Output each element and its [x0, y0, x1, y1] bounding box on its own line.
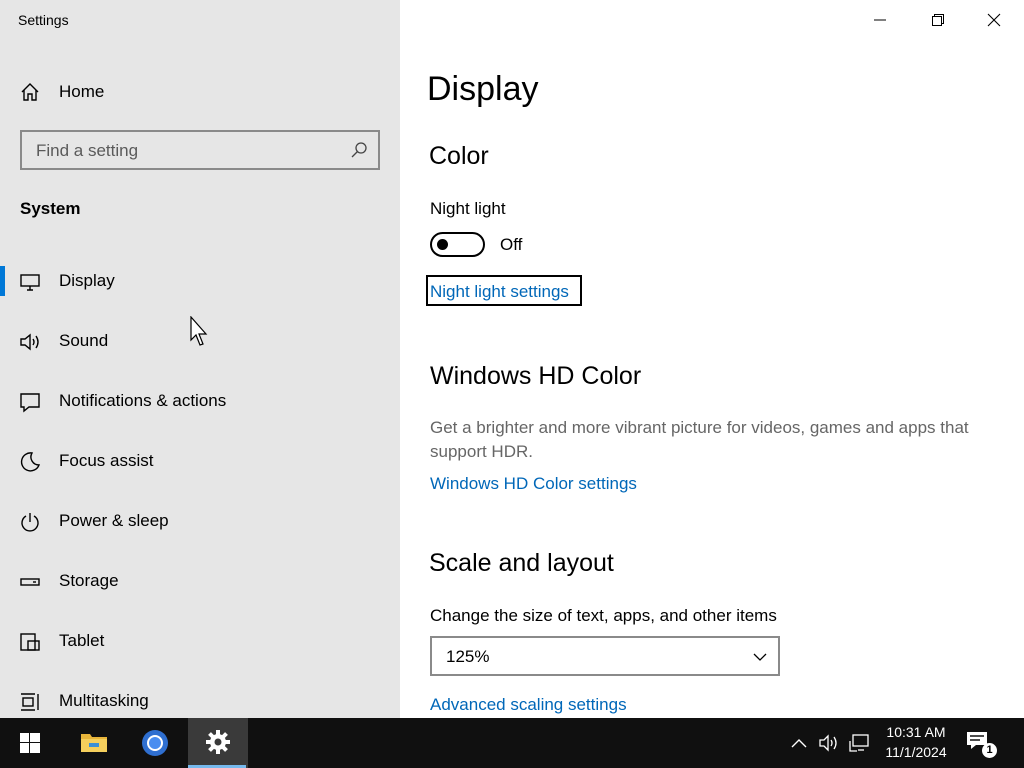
sidebar-item-focus-assist[interactable]: Focus assist — [0, 432, 400, 492]
file-explorer-button[interactable] — [64, 718, 122, 768]
mouse-cursor-icon — [190, 316, 208, 346]
sidebar-item-home[interactable]: Home — [0, 70, 400, 114]
notifications-icon — [20, 393, 40, 413]
clock-date: 11/1/2024 — [885, 744, 947, 760]
main-content: Display Color Night light Off Night ligh… — [400, 0, 1024, 718]
system-clock[interactable]: 10:31 AM 11/1/2024 — [876, 722, 956, 762]
color-heading: Color — [429, 142, 489, 170]
close-button[interactable] — [966, 0, 1022, 40]
toggle-knob — [437, 239, 448, 250]
section-title: System — [20, 199, 81, 218]
scale-selected-value: 125% — [446, 647, 490, 666]
sidebar-item-label: Notifications & actions — [59, 391, 227, 410]
search-placeholder: Find a setting — [36, 141, 139, 160]
night-light-settings-link[interactable]: Night light settings — [426, 275, 582, 306]
home-label: Home — [59, 82, 105, 101]
chevron-down-icon — [753, 653, 767, 661]
action-center-button[interactable]: 1 — [966, 730, 997, 758]
sidebar-item-storage[interactable]: Storage — [0, 552, 400, 612]
sidebar: Settings Home Find a setting System Disp… — [0, 0, 400, 718]
tablet-icon — [20, 633, 40, 651]
speaker-icon — [20, 333, 39, 351]
multitasking-icon — [21, 693, 39, 711]
sidebar-item-label: Tablet — [59, 631, 105, 650]
scale-label: Change the size of text, apps, and other… — [430, 606, 777, 625]
advanced-scaling-link[interactable]: Advanced scaling settings — [430, 695, 627, 715]
hdr-description: Get a brighter and more vibrant picture … — [430, 418, 969, 461]
hdr-heading: Windows HD Color — [430, 362, 642, 390]
sidebar-item-label: Multitasking — [59, 691, 149, 710]
chevron-up-icon[interactable] — [790, 732, 808, 754]
sidebar-item-label: Power & sleep — [59, 511, 169, 530]
home-icon — [21, 83, 39, 101]
sidebar-item-label: Focus assist — [59, 451, 154, 470]
notification-count-badge: 1 — [982, 743, 997, 758]
chrome-button[interactable] — [126, 718, 184, 768]
sidebar-item-label: Display — [59, 271, 115, 290]
search-icon[interactable] — [350, 141, 368, 159]
taskbar: 10:31 AM 11/1/2024 1 — [0, 718, 1024, 768]
night-light-state: Off — [500, 235, 523, 254]
gear-icon — [206, 730, 230, 754]
windows-logo-icon — [20, 733, 40, 753]
monitor-icon — [20, 274, 40, 291]
volume-icon[interactable] — [818, 732, 840, 754]
scale-dropdown[interactable]: 125% — [430, 636, 780, 676]
minimize-button[interactable] — [852, 0, 908, 40]
sidebar-item-notifications[interactable]: Notifications & actions — [0, 372, 400, 432]
sidebar-item-power-sleep[interactable]: Power & sleep — [0, 492, 400, 552]
chrome-icon — [142, 730, 168, 756]
sidebar-item-tablet[interactable]: Tablet — [0, 612, 400, 672]
folder-icon — [81, 734, 107, 752]
scale-heading: Scale and layout — [429, 549, 614, 577]
sidebar-item-label: Sound — [59, 331, 109, 350]
sidebar-item-label: Storage — [59, 571, 119, 590]
page-title: Display — [427, 70, 539, 108]
sidebar-item-display[interactable]: Display — [0, 252, 400, 312]
search-input[interactable]: Find a setting — [20, 130, 380, 170]
restore-icon — [932, 14, 944, 26]
hdr-settings-link[interactable]: Windows HD Color settings — [430, 474, 637, 494]
night-light-toggle[interactable] — [430, 232, 485, 257]
network-icon[interactable] — [848, 732, 870, 754]
restore-button[interactable] — [910, 0, 966, 40]
start-button[interactable] — [0, 718, 58, 768]
selection-indicator — [0, 266, 5, 296]
settings-taskbar-button[interactable] — [188, 718, 248, 768]
storage-icon — [20, 578, 40, 586]
moon-icon — [20, 452, 41, 472]
power-icon — [21, 513, 39, 532]
close-icon — [987, 13, 1001, 27]
minimize-icon — [874, 19, 886, 21]
clock-time: 10:31 AM — [886, 724, 946, 740]
app-title: Settings — [18, 12, 69, 28]
night-light-label: Night light — [430, 199, 506, 218]
night-light-settings-label: Night light settings — [430, 282, 569, 301]
